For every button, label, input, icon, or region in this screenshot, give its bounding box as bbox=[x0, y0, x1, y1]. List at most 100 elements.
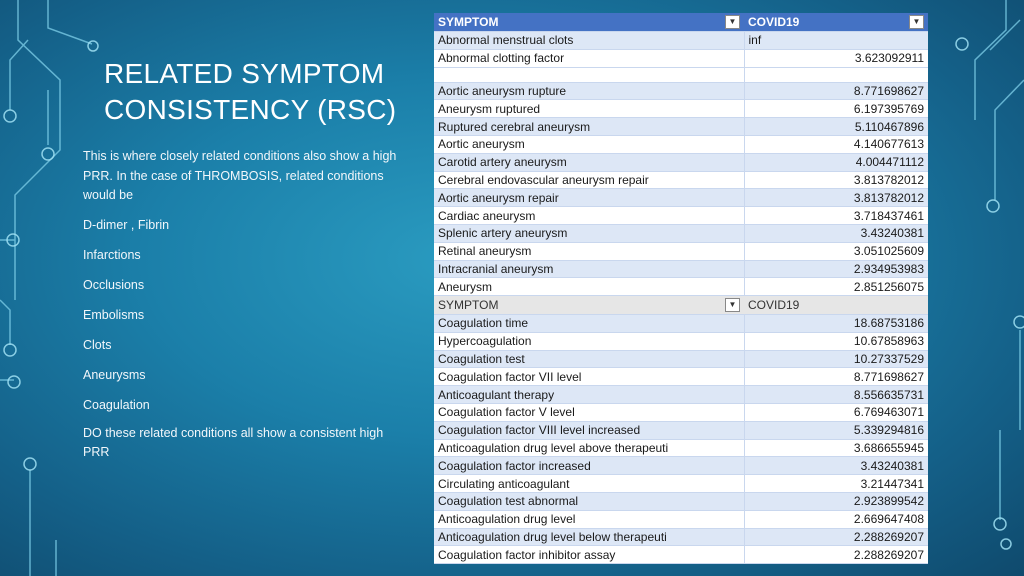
symptom-cell[interactable]: Ruptured cerebral aneurysm bbox=[434, 117, 745, 136]
symptom-cell[interactable]: Coagulation time bbox=[434, 314, 745, 333]
column-header-symptom[interactable]: SYMPTOM ▼ bbox=[434, 296, 744, 315]
symptom-cell[interactable]: Anticoagulant therapy bbox=[434, 385, 745, 404]
column-header-covid19[interactable]: COVID19 ▼ bbox=[744, 13, 928, 32]
table-row[interactable]: Coagulation test abnormal 2.923899542 bbox=[434, 492, 928, 511]
value-cell[interactable]: 2.923899542 bbox=[744, 492, 928, 511]
table-row[interactable]: Abnormal clotting factor 3.623092911 bbox=[434, 49, 928, 68]
list-item: Infarctions bbox=[83, 247, 141, 262]
symptom-cell[interactable]: Aortic aneurysm rupture bbox=[434, 82, 745, 101]
value-cell[interactable]: 5.339294816 bbox=[744, 421, 928, 440]
table-header-row: SYMPTOM ▼ COVID19 ▼ bbox=[434, 13, 928, 32]
value-cell[interactable]: 4.140677613 bbox=[744, 135, 928, 154]
value-cell[interactable]: 3.718437461 bbox=[744, 206, 928, 225]
table-row[interactable]: Anticoagulation drug level 2.669647408 bbox=[434, 510, 928, 529]
table-row[interactable]: Aneurysm ruptured 6.197395769 bbox=[434, 99, 928, 119]
table-row[interactable]: Abnormal menstrual clots inf bbox=[434, 31, 928, 50]
table-row[interactable]: Anticoagulant therapy 8.556635731 bbox=[434, 385, 928, 404]
symptom-cell[interactable]: Aneurysm ruptured bbox=[434, 99, 745, 119]
symptom-cell[interactable]: Coagulation factor V level bbox=[434, 403, 745, 422]
value-cell[interactable]: 3.43240381 bbox=[744, 456, 928, 476]
symptom-cell[interactable]: Aortic aneurysm bbox=[434, 135, 745, 154]
table-row[interactable]: Ruptured cerebral aneurysm 5.110467896 bbox=[434, 117, 928, 136]
symptom-cell[interactable]: Circulating anticoagulant bbox=[434, 474, 745, 493]
value-cell[interactable]: 3.623092911 bbox=[744, 49, 928, 68]
value-cell[interactable]: 3.813782012 bbox=[744, 188, 928, 208]
symptom-cell[interactable]: Splenic artery aneurysm bbox=[434, 224, 745, 243]
symptom-cell[interactable]: Retinal aneurysm bbox=[434, 242, 745, 261]
table-row[interactable]: Coagulation test 10.27337529 bbox=[434, 350, 928, 369]
table-row[interactable]: Coagulation factor increased 3.43240381 bbox=[434, 456, 928, 476]
table-row[interactable]: Hypercoagulation 10.67858963 bbox=[434, 332, 928, 351]
coagulation-table: SYMPTOM ▼ COVID19 Coagulation time 18.6875… bbox=[434, 296, 928, 565]
value-cell[interactable]: 3.43240381 bbox=[744, 224, 928, 243]
value-cell[interactable]: 8.771698627 bbox=[744, 367, 928, 387]
table-row[interactable]: Cerebral endovascular aneurysm repair 3.8… bbox=[434, 171, 928, 190]
body-text: This is where closely related conditions… bbox=[83, 147, 413, 463]
table-row[interactable]: Intracranial aneurysm 2.934953983 bbox=[434, 260, 928, 279]
table-row[interactable]: Aneurysm 2.851256075 bbox=[434, 277, 928, 297]
value-cell[interactable]: 6.197395769 bbox=[744, 99, 928, 119]
value-cell[interactable]: 2.288269207 bbox=[744, 545, 928, 565]
list-item: D-dimer , Fibrin bbox=[83, 217, 170, 232]
value-cell[interactable]: 10.67858963 bbox=[744, 332, 928, 351]
symptom-cell[interactable]: Coagulation factor inhibitor assay bbox=[434, 545, 745, 565]
table-row[interactable]: Coagulation factor inhibitor assay 2.2882… bbox=[434, 545, 928, 565]
symptom-cell[interactable]: Anticoagulation drug level below therape… bbox=[434, 528, 745, 547]
value-cell[interactable]: 3.21447341 bbox=[744, 474, 928, 493]
symptom-cell[interactable]: Abnormal clotting factor bbox=[434, 49, 745, 68]
table-row[interactable]: Circulating anticoagulant 3.21447341 bbox=[434, 474, 928, 493]
value-cell[interactable]: 5.110467896 bbox=[744, 117, 928, 136]
table-row[interactable]: Anticoagulation drug level below therape… bbox=[434, 528, 928, 547]
list-item: Embolisms bbox=[83, 307, 145, 322]
value-cell[interactable]: 2.851256075 bbox=[744, 277, 928, 297]
table-row[interactable]: Coagulation factor V level 6.769463071 bbox=[434, 403, 928, 422]
symptom-cell[interactable]: Coagulation test abnormal bbox=[434, 492, 745, 511]
symptom-cell[interactable]: Cardiac aneurysm bbox=[434, 206, 745, 225]
table-row[interactable]: Cardiac aneurysm 3.718437461 bbox=[434, 206, 928, 225]
table-row[interactable]: Coagulation factor VIII level increased 5… bbox=[434, 421, 928, 440]
column-header-symptom[interactable]: SYMPTOM ▼ bbox=[434, 13, 744, 32]
symptom-cell[interactable]: Coagulation test bbox=[434, 350, 745, 369]
list-item: Clots bbox=[83, 337, 112, 352]
symptom-cell[interactable]: Coagulation factor VIII level increased bbox=[434, 421, 745, 440]
symptom-cell[interactable]: Intracranial aneurysm bbox=[434, 260, 745, 279]
value-cell[interactable]: 4.004471112 bbox=[744, 153, 928, 172]
table-row[interactable]: Anticoagulation drug level above therape… bbox=[434, 439, 928, 458]
value-cell[interactable]: 6.769463071 bbox=[744, 403, 928, 422]
slide-title-line1: RELATED SYMPTOM bbox=[104, 58, 385, 89]
filter-dropdown-icon[interactable]: ▼ bbox=[725, 298, 740, 312]
value-cell[interactable]: inf bbox=[744, 31, 928, 50]
column-header-covid19[interactable]: COVID19 bbox=[744, 296, 928, 315]
symptom-cell[interactable]: Coagulation factor VII level bbox=[434, 367, 745, 387]
value-cell[interactable]: 8.556635731 bbox=[744, 385, 928, 404]
value-cell[interactable]: 3.813782012 bbox=[744, 171, 928, 190]
table-row[interactable]: Aortic aneurysm repair 3.813782012 bbox=[434, 188, 928, 208]
table-header-row: SYMPTOM ▼ COVID19 bbox=[434, 296, 928, 315]
filter-dropdown-icon[interactable]: ▼ bbox=[725, 15, 740, 29]
table-row[interactable]: Splenic artery aneurysm 3.43240381 bbox=[434, 224, 928, 243]
symptom-cell[interactable]: Cerebral endovascular aneurysm repair bbox=[434, 171, 745, 190]
value-cell[interactable]: 2.288269207 bbox=[744, 528, 928, 547]
value-cell[interactable]: 3.686655945 bbox=[744, 439, 928, 458]
table-row[interactable]: Coagulation time 18.68753186 bbox=[434, 314, 928, 333]
table-row[interactable]: Coagulation factor VII level 8.771698627 bbox=[434, 367, 928, 387]
symptom-cell[interactable]: Carotid artery aneurysm bbox=[434, 153, 745, 172]
value-cell[interactable]: 2.934953983 bbox=[744, 260, 928, 279]
symptom-cell[interactable]: Hypercoagulation bbox=[434, 332, 745, 351]
value-cell[interactable]: 18.68753186 bbox=[744, 314, 928, 333]
value-cell[interactable]: 8.771698627 bbox=[744, 82, 928, 101]
table-row[interactable]: Carotid artery aneurysm 4.004471112 bbox=[434, 153, 928, 172]
symptom-cell[interactable]: Anticoagulation drug level bbox=[434, 510, 745, 529]
symptom-cell[interactable]: Abnormal menstrual clots bbox=[434, 31, 745, 50]
value-cell[interactable]: 10.27337529 bbox=[744, 350, 928, 369]
symptom-cell[interactable]: Aneurysm bbox=[434, 277, 745, 297]
value-cell[interactable]: 3.051025609 bbox=[744, 242, 928, 261]
symptom-cell[interactable]: Aortic aneurysm repair bbox=[434, 188, 745, 208]
sort-dropdown-icon[interactable]: ▼ bbox=[909, 15, 924, 29]
table-row[interactable]: Aortic aneurysm rupture 8.771698627 bbox=[434, 82, 928, 101]
value-cell[interactable]: 2.669647408 bbox=[744, 510, 928, 529]
symptom-cell[interactable]: Anticoagulation drug level above therape… bbox=[434, 439, 745, 458]
symptom-cell[interactable]: Coagulation factor increased bbox=[434, 456, 745, 476]
table-row[interactable]: Retinal aneurysm 3.051025609 bbox=[434, 242, 928, 261]
table-row[interactable]: Aortic aneurysm 4.140677613 bbox=[434, 135, 928, 154]
